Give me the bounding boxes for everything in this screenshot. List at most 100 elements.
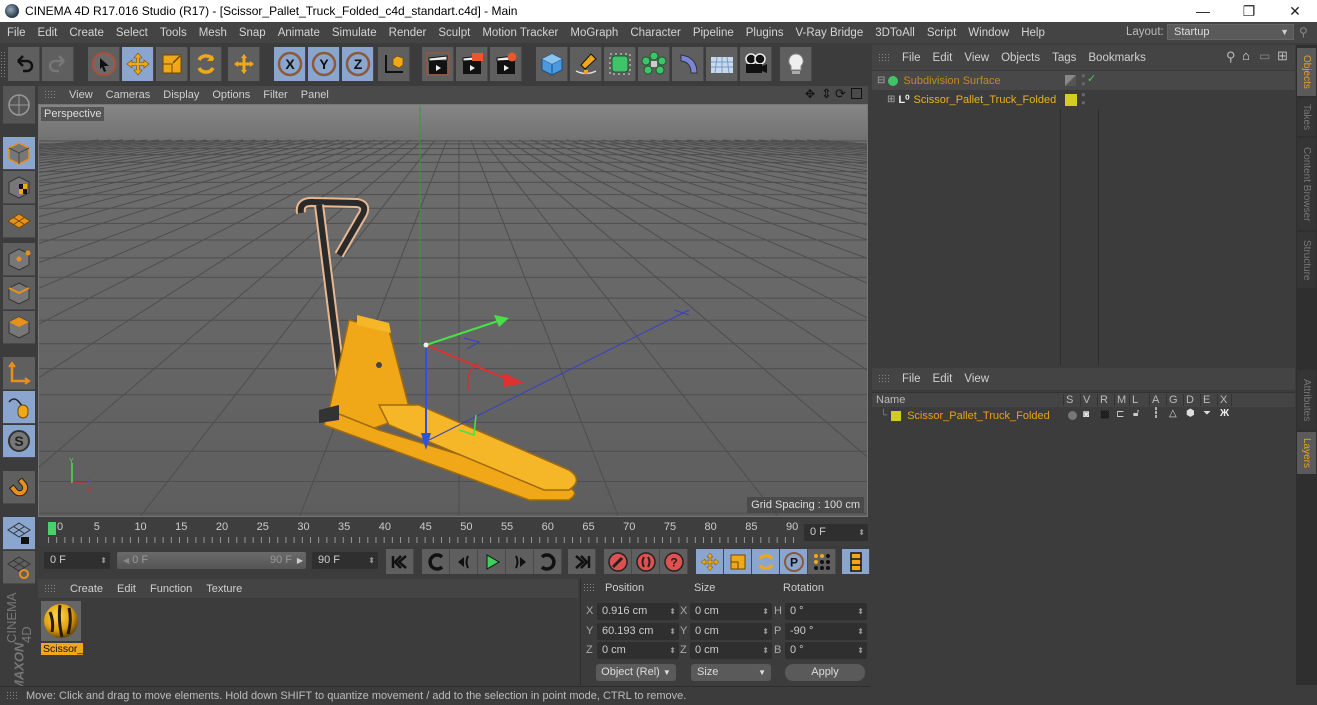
layer-row[interactable]: └ Scissor_Pallet_Truck_Folded ◙ ▩ ⊏ 🔓︎ ┇… [872,408,1295,423]
column-solo[interactable]: S [1063,394,1073,406]
viewport-menu-display[interactable]: Display [163,89,199,101]
disabled-layer-icon[interactable] [1065,75,1076,86]
viewport-menu-filter[interactable]: Filter [263,89,287,101]
position-y-field[interactable]: 60.193 cm ⬍ [597,623,679,640]
menu-simulate[interactable]: Simulate [327,27,382,39]
rotation-h-field[interactable]: 0 ° ⬍ [785,603,867,620]
size-x-field[interactable]: 0 cm ⬍ [690,603,772,620]
search-icon[interactable]: ⚲ [1226,49,1236,65]
column-name[interactable]: Name [876,394,905,406]
viewport-menu-options[interactable]: Options [212,89,250,101]
menu-window[interactable]: Window [963,27,1014,39]
undo-button[interactable] [8,47,40,81]
range-right-arrow-icon[interactable]: ▶ [297,552,303,569]
menu-character[interactable]: Character [625,27,686,39]
rotation-p-field[interactable]: -90 ° ⬍ [785,623,867,640]
object-row-subdivision-surface[interactable]: ⊟ Subdivision Surface ● ● ✓ [872,71,1295,90]
move-view-icon[interactable]: ✥ [805,87,815,101]
menu-script[interactable]: Script [922,27,961,39]
previous-key-button[interactable] [422,549,450,574]
viewport-menu-view[interactable]: View [69,89,93,101]
column-visible[interactable]: V [1080,394,1090,406]
key-point-level-button[interactable] [808,549,836,574]
keyframe-selection-button[interactable]: ? [660,549,688,574]
collapse-icon[interactable]: ⊟ [877,75,885,86]
menu-mograph[interactable]: MoGraph [565,27,623,39]
menu-animate[interactable]: Animate [273,27,325,39]
object-row-scissor-pallet-truck[interactable]: ⊞ L⁰ Scissor_Pallet_Truck_Folded ● ● [872,90,1295,109]
menu-motion-tracker[interactable]: Motion Tracker [477,27,563,39]
viewport-menu-panel[interactable]: Panel [301,89,329,101]
redo-button[interactable] [42,47,74,81]
tab-content-browser[interactable]: Content Browser [1297,138,1316,230]
floor-button[interactable] [706,47,738,81]
previous-frame-button[interactable] [450,549,478,574]
layer-menu-file[interactable]: File [902,373,921,385]
column-render[interactable]: R [1097,394,1108,406]
size-mode-select[interactable]: Size ▼ [691,664,771,681]
column-animation[interactable]: A [1149,394,1159,406]
range-left-arrow-icon[interactable]: ◀ [123,556,129,565]
workplane-mode-button[interactable] [3,205,35,238]
animation-toggle-icon[interactable]: ┇ [1153,408,1159,419]
edges-mode-button[interactable] [3,277,35,310]
menu-vray-bridge[interactable]: V-Ray Bridge [790,27,868,39]
polygons-mode-button[interactable] [3,311,35,344]
autokeying-button[interactable] [632,549,660,574]
material-item[interactable]: Scissor_ [41,601,83,659]
texture-mode-button[interactable] [3,171,35,204]
apply-button[interactable]: Apply [785,664,865,681]
key-rotation-button[interactable] [752,549,780,574]
column-manager[interactable]: M [1114,394,1126,406]
menu-file[interactable]: File [2,27,31,39]
timeline-ruler[interactable]: 0 5 10 15 20 25 30 35 40 45 50 55 60 65 70 75 80 85 90 0 F… [38,518,870,546]
column-locked[interactable]: L [1129,394,1138,406]
layout-select[interactable]: Startup ▼ [1167,24,1294,40]
next-key-button[interactable] [534,549,562,574]
manager-toggle-icon[interactable]: ⊏ [1116,409,1124,420]
layer-color-swatch[interactable] [1065,94,1077,106]
coordinate-system-button[interactable] [378,47,410,81]
visibility-dots-icon[interactable]: ● ● [1081,91,1086,107]
tab-takes[interactable]: Takes [1297,98,1316,136]
solo-toggle-icon[interactable] [1068,411,1077,420]
restore-button[interactable]: ❐ [1226,0,1272,22]
size-y-field[interactable]: 0 cm ⬍ [690,623,772,640]
cloner-button[interactable] [638,47,670,81]
tweak-mode-button[interactable] [3,391,35,424]
material-menu-function[interactable]: Function [150,583,192,595]
menu-help[interactable]: Help [1016,27,1050,39]
timeline-button[interactable] [842,549,870,574]
rotate-view-icon[interactable]: ⟳ [835,86,846,102]
lock-toggle-icon[interactable]: 🔓︎ [1133,408,1139,419]
new-view-icon[interactable]: ⊞ [1277,48,1288,64]
lock-workplane-button[interactable] [3,517,35,550]
light-object-button[interactable] [780,47,812,81]
menu-tools[interactable]: Tools [155,27,192,39]
bend-deformer-button[interactable] [672,47,704,81]
enabled-check-icon[interactable]: ✓ [1087,72,1096,85]
object-menu-edit[interactable]: Edit [933,52,953,64]
current-frame-field[interactable]: 0 F ⬍ [804,524,868,541]
playhead[interactable] [48,522,56,535]
home-icon[interactable]: ⌂ [1242,48,1250,63]
menu-plugins[interactable]: Plugins [741,27,789,39]
generators-toggle-icon[interactable]: △ [1169,408,1177,419]
close-button[interactable]: ✕ [1272,0,1317,22]
dolly-view-icon[interactable]: ⇕ [821,86,832,102]
rotate-tool-button[interactable] [190,47,222,81]
object-name[interactable]: Subdivision Surface [903,75,1000,87]
render-settings-button[interactable] [490,47,522,81]
layer-name[interactable]: Scissor_Pallet_Truck_Folded [907,410,1050,422]
minimize-button[interactable]: — [1180,0,1226,22]
object-menu-bookmarks[interactable]: Bookmarks [1088,52,1146,64]
frame-range-slider[interactable]: ◀ 0 F 90 F ▶ [117,552,306,569]
minus-icon[interactable]: ▭ [1259,49,1270,63]
3d-viewport[interactable]: Y X Z Perspective Grid Spacing : 100 cm [38,104,868,517]
object-menu-view[interactable]: View [964,52,989,64]
menu-select[interactable]: Select [111,27,153,39]
render-toggle-icon[interactable]: ▩ [1100,409,1109,420]
planar-workplane-button[interactable] [3,551,35,584]
menu-edit[interactable]: Edit [33,27,63,39]
object-menu-objects[interactable]: Objects [1001,52,1040,64]
